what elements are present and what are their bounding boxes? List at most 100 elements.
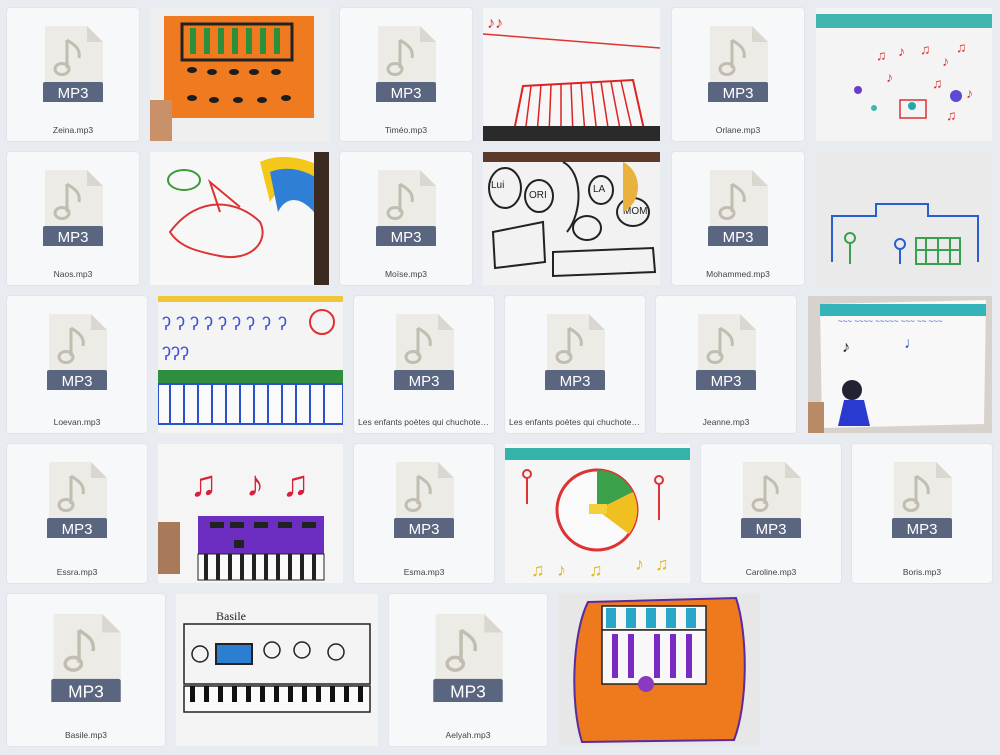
mp3-badge: MP3 — [723, 85, 754, 102]
mp3-badge: MP3 — [58, 229, 89, 246]
svg-text:♫: ♫ — [920, 41, 931, 57]
piano-drawing-icon: ♪♪ — [483, 8, 660, 141]
file-tile[interactable]: MP3 Naos.mp3 — [7, 152, 139, 285]
file-tile[interactable]: MP3 Mohammed.mp3 — [672, 152, 804, 285]
file-tile[interactable]: MP3 Les enfants poètes qui chuchoten... — [354, 296, 494, 433]
file-tile[interactable]: MP3 Orlane.mp3 — [672, 8, 804, 141]
svg-text:♪: ♪ — [842, 339, 850, 356]
music-notes-drawing-icon: ♫ ♪ ♫ ♪ ♫ ♪ ♫ ♪ ♫ — [816, 8, 992, 141]
drawing-photo[interactable]: ♪♪ — [483, 8, 660, 141]
mp3-file-icon: MP3 — [394, 462, 454, 538]
svg-text:~~~ ~~~~ ~~~~~ ~~~ ~~ ~~~: ~~~ ~~~~ ~~~~~ ~~~ ~~ ~~~ — [838, 317, 943, 326]
svg-text:ORI: ORI — [529, 190, 547, 201]
mp3-file-icon: MP3 — [376, 26, 436, 102]
svg-text:LA: LA — [593, 184, 606, 195]
mp3-badge: MP3 — [711, 373, 742, 390]
file-name: Naos.mp3 — [53, 269, 93, 279]
chorale-drawing-icon: LuiORILAMOM — [483, 152, 660, 285]
drawing-photo[interactable]: Lui ORI LA MOM — [483, 152, 660, 285]
svg-text:♫: ♫ — [956, 39, 967, 55]
svg-text:ʔ: ʔ — [176, 314, 185, 334]
bird-drawing-icon — [150, 152, 329, 285]
drawing-photo[interactable]: ♫ ♪ ♫ — [158, 444, 343, 583]
svg-text:♫: ♫ — [932, 75, 943, 91]
clock-notes-drawing-icon: ♫ ♪ ♫ ♪ ♫ — [505, 444, 690, 583]
mp3-badge: MP3 — [391, 229, 422, 246]
mp3-badge: MP3 — [723, 229, 754, 246]
file-name: Caroline.mp3 — [745, 567, 797, 577]
svg-text:♫: ♫ — [655, 554, 669, 574]
svg-text:♫: ♫ — [876, 47, 887, 63]
drawing-photo[interactable]: ♫ ♪ ♫ ♪ ♫ — [505, 444, 690, 583]
svg-text:Lui: Lui — [491, 180, 504, 191]
svg-text:♪: ♪ — [966, 85, 973, 101]
file-name: Essra.mp3 — [56, 567, 98, 577]
file-name: Timéo.mp3 — [384, 125, 428, 135]
file-tile[interactable]: MP3 Timéo.mp3 — [340, 8, 472, 141]
drawing-photo[interactable] — [150, 152, 329, 285]
svg-text:♫: ♫ — [531, 560, 545, 580]
file-name: Moïse.mp3 — [384, 269, 428, 279]
mp3-badge: MP3 — [68, 681, 104, 701]
mp3-file-icon: MP3 — [51, 614, 121, 702]
svg-text:♪: ♪ — [886, 69, 893, 85]
svg-text:ʔ: ʔ — [232, 314, 241, 334]
svg-text:♪: ♪ — [557, 560, 566, 580]
drawing-photo[interactable]: ♫ ♪ ♫ ♪ ♫ ♪ ♫ ♪ ♫ — [816, 8, 992, 141]
svg-text:♫: ♫ — [946, 107, 957, 123]
svg-text:♪: ♪ — [942, 53, 949, 69]
svg-text:ʔ: ʔ — [190, 314, 199, 334]
mp3-badge: MP3 — [450, 681, 486, 701]
mp3-file-icon: MP3 — [43, 170, 103, 246]
svg-text:ʔ: ʔ — [218, 314, 227, 334]
drawing-photo[interactable] — [558, 594, 760, 746]
svg-text:♫: ♫ — [190, 463, 217, 504]
mp3-badge: MP3 — [907, 521, 938, 538]
drawing-photo[interactable]: ~~~ ~~~~ ~~~~~ ~~~ ~~ ~~~ ♪ ♩ — [808, 296, 992, 433]
file-tile[interactable]: MP3 Caroline.mp3 — [701, 444, 841, 583]
mp3-badge: MP3 — [58, 85, 89, 102]
mp3-badge: MP3 — [62, 373, 93, 390]
mp3-badge: MP3 — [409, 373, 440, 390]
svg-text:ʔ: ʔ — [262, 314, 271, 334]
file-tile[interactable]: MP3 Les enfants poètes qui chuchoten... — [505, 296, 645, 433]
svg-text:♪: ♪ — [898, 43, 905, 59]
svg-text:♫: ♫ — [589, 560, 603, 580]
svg-text:ʔ: ʔ — [162, 314, 171, 334]
file-name: Boris.mp3 — [902, 567, 942, 577]
file-tile[interactable]: MP3 Essra.mp3 — [7, 444, 147, 583]
mp3-file-icon: MP3 — [433, 614, 503, 702]
child-with-notes-drawing-icon: ~~~ ~~~~ ~~~~~ ~~~ ~~ ~~~ ♪ ♩ — [808, 296, 992, 433]
keyboard-drawing-icon — [150, 8, 329, 141]
file-name: Zeina.mp3 — [52, 125, 94, 135]
file-tile[interactable]: MP3 Moïse.mp3 — [340, 152, 472, 285]
drawing-photo[interactable] — [816, 152, 992, 285]
mp3-badge: MP3 — [391, 85, 422, 102]
file-tile[interactable]: MP3 Zeina.mp3 — [7, 8, 139, 141]
svg-text:ʔ: ʔ — [204, 314, 213, 334]
file-name: Loevan.mp3 — [53, 417, 101, 427]
file-tile[interactable]: MP3 Esma.mp3 — [354, 444, 494, 583]
file-name: Aelyah.mp3 — [445, 730, 491, 740]
file-tile[interactable]: MP3 Basile.mp3 — [7, 594, 165, 746]
svg-text:ʔ: ʔ — [278, 314, 287, 334]
file-tile[interactable]: MP3 Boris.mp3 — [852, 444, 992, 583]
svg-text:♩: ♩ — [904, 335, 920, 352]
file-tile[interactable]: MP3 Jeanne.mp3 — [656, 296, 796, 433]
drawing-photo[interactable]: Basile — [176, 594, 378, 746]
mp3-file-icon: MP3 — [708, 170, 768, 246]
file-name: Esma.mp3 — [403, 567, 445, 577]
mp3-badge: MP3 — [560, 373, 591, 390]
file-name: Basile.mp3 — [64, 730, 108, 740]
svg-text:♪: ♪ — [635, 554, 644, 574]
mp3-file-icon: MP3 — [892, 462, 952, 538]
file-tile[interactable]: MP3 Loevan.mp3 — [7, 296, 147, 433]
radio-drawing-icon — [558, 594, 760, 746]
file-tile[interactable]: MP3 Aelyah.mp3 — [389, 594, 547, 746]
drawing-photo[interactable]: ʔ ʔ ʔ ʔ ʔ ʔ ʔ ʔ ʔ ʔʔʔ — [158, 296, 343, 433]
mp3-badge: MP3 — [409, 521, 440, 538]
mp3-file-icon: MP3 — [43, 26, 103, 102]
drawing-photo[interactable] — [150, 8, 329, 141]
mp3-badge: MP3 — [756, 521, 787, 538]
svg-text:♪: ♪ — [246, 463, 264, 504]
